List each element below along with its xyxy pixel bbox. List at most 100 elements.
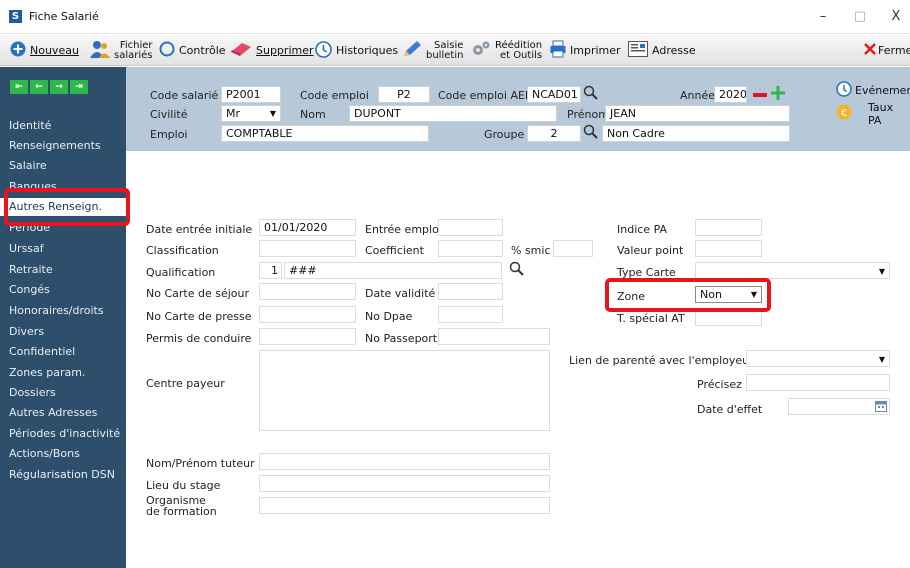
- precisez-field[interactable]: [746, 374, 890, 391]
- coefficient-label: Coefficient: [365, 244, 424, 257]
- sidebar-item-periode[interactable]: Période: [0, 219, 126, 237]
- nouveau-button[interactable]: Nouveau: [10, 38, 79, 63]
- loading-circle-icon: [159, 41, 175, 60]
- sidebar-item-periodes-d-inactivite[interactable]: Périodes d'inactivité: [0, 425, 126, 443]
- zone-value: Non: [700, 288, 722, 301]
- zone-select[interactable]: Non ▼: [695, 286, 762, 303]
- sidebar-item-regularisation-dsn[interactable]: Régularisation DSN: [0, 466, 126, 484]
- taux-pa-button[interactable]: € Taux PA: [836, 101, 910, 127]
- prenom-label: Prénom: [567, 108, 609, 121]
- passeport-field[interactable]: [438, 328, 550, 345]
- window-title: Fiche Salarié: [29, 10, 99, 23]
- civilite-select[interactable]: Mr ▼: [221, 105, 281, 122]
- indice-pa-field[interactable]: [695, 219, 762, 236]
- printer-icon: [550, 40, 566, 61]
- lieu-stage-field[interactable]: [259, 475, 550, 492]
- sidebar-item-renseignements[interactable]: Renseignements: [0, 137, 126, 155]
- smic-field[interactable]: [553, 240, 593, 257]
- groupe-field[interactable]: 2: [527, 125, 581, 142]
- reedition-label-2: et Outils: [499, 49, 543, 61]
- users-icon: [90, 40, 110, 61]
- date-validite-field[interactable]: [438, 283, 503, 300]
- sidebar-item-confidentiel[interactable]: Confidentiel: [0, 343, 126, 361]
- centre-payeur-field[interactable]: [259, 350, 550, 431]
- historiques-button[interactable]: Historiques: [315, 38, 398, 63]
- sidebar-item-zones-param[interactable]: Zones param.: [0, 364, 126, 382]
- lien-parente-select[interactable]: ▼: [746, 350, 890, 367]
- last-record-icon[interactable]: ⇥: [70, 80, 88, 94]
- centre-payeur-label: Centre payeur: [146, 377, 225, 390]
- special-at-field[interactable]: [695, 309, 762, 326]
- no-dpae-field[interactable]: [438, 306, 503, 323]
- dropdown-arrow-icon: ▼: [878, 355, 885, 364]
- sidebar-item-dossiers[interactable]: Dossiers: [0, 384, 126, 402]
- sidebar-item-divers[interactable]: Divers: [0, 323, 126, 341]
- emploi-field[interactable]: COMPTABLE: [221, 125, 429, 142]
- passeport-label: No Passeport: [365, 332, 438, 345]
- sidebar-item-banques[interactable]: Banques: [0, 178, 126, 196]
- sidebar-item-actions-bons[interactable]: Actions/Bons: [0, 445, 126, 463]
- reedition-outils-button[interactable]: Réédition et Outils: [471, 38, 542, 63]
- sidebar-item-retraite[interactable]: Retraite: [0, 261, 126, 279]
- carte-presse-field[interactable]: [259, 306, 356, 323]
- code-emploi-field[interactable]: P2: [378, 86, 430, 103]
- previous-record-icon[interactable]: ←: [30, 80, 48, 94]
- fermer-button[interactable]: Ferme: [864, 38, 910, 63]
- next-record-icon[interactable]: →: [50, 80, 68, 94]
- supprimer-button[interactable]: Supprimer: [230, 38, 314, 63]
- valeur-point-label: Valeur point: [617, 244, 684, 257]
- address-label-icon: [628, 41, 648, 60]
- controle-label: Contrôle: [179, 44, 226, 57]
- plus-circle-icon: [10, 41, 26, 60]
- close-button[interactable]: X: [886, 8, 906, 26]
- search-groupe-icon[interactable]: [583, 124, 599, 143]
- maximize-button[interactable]: □: [850, 8, 870, 26]
- carte-sejour-field[interactable]: [259, 283, 356, 300]
- prenom-field[interactable]: JEAN: [605, 105, 790, 122]
- calendar-icon[interactable]: [875, 400, 887, 415]
- controle-button[interactable]: Contrôle: [159, 38, 226, 63]
- type-carte-select[interactable]: ▼: [695, 262, 890, 279]
- pencil-icon: [402, 40, 422, 61]
- coefficient-field[interactable]: [438, 240, 503, 257]
- first-record-icon[interactable]: ⇤: [10, 80, 28, 94]
- sidebar-item-conges[interactable]: Congés: [0, 281, 126, 299]
- code-emploi-aem-field[interactable]: NCAD01: [527, 86, 581, 103]
- sidebar-item-autres-adresses[interactable]: Autres Adresses: [0, 404, 126, 422]
- minimize-button[interactable]: –: [813, 8, 833, 26]
- dropdown-arrow-icon: ▼: [750, 290, 757, 299]
- dropdown-arrow-icon: ▼: [269, 109, 276, 118]
- code-emploi-aem-label: Code emploi AEM: [438, 89, 535, 102]
- search-aem-icon[interactable]: [583, 85, 599, 104]
- title-bar: S Fiche Salarié – □ X: [0, 0, 910, 34]
- code-salarie-label: Code salarié: [150, 89, 219, 102]
- tuteur-field[interactable]: [259, 453, 550, 470]
- classification-field[interactable]: [259, 240, 356, 257]
- evenements-button[interactable]: Evénemen: [836, 81, 910, 100]
- fichier-salaries-button[interactable]: Fichier salariés: [90, 38, 153, 63]
- sidebar-item-autres-renseign[interactable]: Autres Renseign.: [0, 198, 126, 216]
- sidebar-item-salaire[interactable]: Salaire: [0, 157, 126, 175]
- plus-year-icon[interactable]: [770, 85, 786, 104]
- qualification-code-field[interactable]: 1: [259, 262, 282, 279]
- date-entree-initiale-field[interactable]: 01/01/2020: [259, 219, 356, 236]
- annee-field[interactable]: 2020: [714, 86, 747, 103]
- permis-label: Permis de conduire: [146, 332, 252, 345]
- sidebar-item-honoraires-droits[interactable]: Honoraires/droits: [0, 302, 126, 320]
- entree-emploi-field[interactable]: [438, 219, 503, 236]
- imprimer-button[interactable]: Imprimer: [550, 38, 621, 63]
- code-salarie-field[interactable]: P2001: [221, 86, 281, 103]
- organisme-field[interactable]: [259, 497, 550, 514]
- adresse-button[interactable]: Adresse: [628, 38, 696, 63]
- minus-year-icon[interactable]: [752, 88, 768, 105]
- valeur-point-field[interactable]: [695, 240, 762, 257]
- nom-field[interactable]: DUPONT: [349, 105, 557, 122]
- sidebar-item-urssaf[interactable]: Urssaf: [0, 240, 126, 258]
- adresse-label: Adresse: [652, 44, 696, 57]
- no-dpae-label: No Dpae: [365, 310, 413, 323]
- carte-presse-label: No Carte de presse: [146, 310, 252, 323]
- saisie-bulletin-button[interactable]: Saisie bulletin: [402, 38, 463, 63]
- sidebar-item-identite[interactable]: Identité: [0, 117, 126, 135]
- permis-field[interactable]: [259, 328, 356, 345]
- search-qualification-icon[interactable]: [509, 261, 525, 280]
